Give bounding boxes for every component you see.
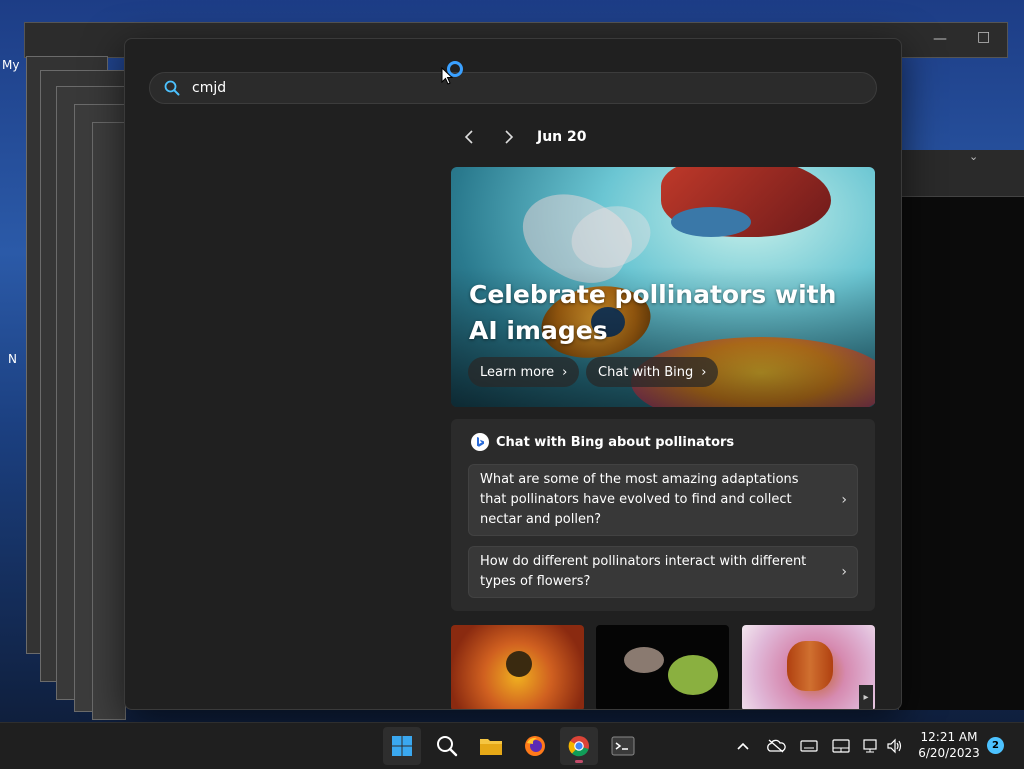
taskbar: 12:21 AM 6/20/2023 2 <box>0 722 1024 769</box>
suggested-question[interactable]: How do different pollinators interact wi… <box>468 546 858 598</box>
volume-button[interactable] <box>886 723 904 769</box>
search-input[interactable] <box>190 79 794 97</box>
bing-chat-card: Chat with Bing about pollinators What ar… <box>451 419 875 611</box>
chevron-right-icon: › <box>562 364 568 380</box>
chevron-right-icon: › <box>841 492 847 508</box>
learn-more-label: Learn more <box>480 364 555 380</box>
running-indicator <box>575 760 583 763</box>
suggested-question-text: How do different pollinators interact wi… <box>480 554 807 589</box>
chrome-button[interactable] <box>560 727 598 765</box>
chat-card-title: Chat with Bing about pollinators <box>496 434 735 450</box>
thumbnail-image-part <box>624 647 664 673</box>
desktop-icon-label[interactable]: N <box>8 352 17 366</box>
maximize-icon[interactable]: □ <box>977 29 990 45</box>
thumbnail-image-part <box>787 641 833 691</box>
chevron-down-icon[interactable]: ⌄ <box>969 150 978 163</box>
cloud-offline-icon <box>767 739 786 753</box>
firefox-icon <box>525 736 545 756</box>
notification-badge[interactable]: 2 <box>987 737 1004 754</box>
search-box[interactable] <box>149 72 877 104</box>
start-button[interactable] <box>383 727 421 765</box>
next-day-button[interactable] <box>495 125 523 149</box>
chat-with-bing-button[interactable]: Chat with Bing › <box>586 357 719 387</box>
terminal-icon <box>611 736 635 756</box>
image-thumbnail[interactable] <box>451 625 584 709</box>
chrome-icon <box>568 736 589 757</box>
search-panel: Jun 20 Celebrate pollinators with AI ima… <box>124 38 902 710</box>
keyboard-button[interactable] <box>800 723 818 769</box>
previous-day-button[interactable] <box>455 125 483 149</box>
suggested-question-text: What are some of the most amazing adapta… <box>480 472 799 527</box>
clock-date: 6/20/2023 <box>918 746 980 760</box>
date-navigation: Jun 20 <box>455 125 587 149</box>
terminal-button[interactable] <box>604 727 642 765</box>
image-thumbnail[interactable] <box>742 625 875 709</box>
minimize-icon[interactable]: — <box>933 31 947 47</box>
stacked-window <box>92 122 126 720</box>
chat-with-bing-label: Chat with Bing <box>598 364 694 380</box>
terminal-window[interactable]: ⌄ <box>898 150 1024 710</box>
chevron-right-icon <box>505 130 514 144</box>
chevron-up-icon <box>737 742 749 750</box>
firefox-button[interactable] <box>516 727 554 765</box>
network-icon <box>863 739 877 753</box>
hero-title[interactable]: Celebrate pollinators with AI images <box>469 277 859 349</box>
hero-image-part <box>671 207 751 237</box>
network-button[interactable] <box>862 723 880 769</box>
chat-card-header: Chat with Bing about pollinators <box>471 433 734 451</box>
touchpad-icon <box>832 739 850 753</box>
clock-time: 12:21 AM <box>920 730 978 744</box>
keyboard-icon <box>800 740 818 752</box>
taskbar-search-button[interactable] <box>428 727 466 765</box>
file-explorer-button[interactable] <box>472 727 510 765</box>
bing-icon <box>471 433 489 451</box>
feed-date: Jun 20 <box>537 129 587 145</box>
search-icon <box>164 80 180 96</box>
suggested-question[interactable]: What are some of the most amazing adapta… <box>468 464 858 536</box>
terminal-titlebar[interactable]: ⌄ <box>899 150 1024 197</box>
thumbnail-image-part <box>668 655 718 695</box>
windows-start-icon <box>392 736 412 756</box>
touchpad-button[interactable] <box>832 723 850 769</box>
hero-card[interactable]: Celebrate pollinators with AI images Lea… <box>451 167 875 407</box>
chevron-left-icon <box>464 130 473 144</box>
mouse-cursor-icon <box>441 67 453 85</box>
chevron-right-icon: › <box>841 564 847 580</box>
show-hidden-icons-button[interactable] <box>736 723 750 769</box>
onedrive-button[interactable] <box>766 723 786 769</box>
folder-icon <box>480 739 502 755</box>
clock-button[interactable]: 12:21 AM 6/20/2023 <box>914 729 984 761</box>
search-icon <box>437 736 458 757</box>
chevron-right-icon: › <box>701 364 707 380</box>
desktop-icon-label[interactable]: My <box>2 58 19 72</box>
speaker-icon <box>887 738 902 754</box>
image-thumbnail[interactable] <box>596 625 729 709</box>
scroll-right-button[interactable]: ▸ <box>859 685 873 709</box>
thumbnail-image-part <box>506 651 532 677</box>
learn-more-button[interactable]: Learn more › <box>468 357 580 387</box>
